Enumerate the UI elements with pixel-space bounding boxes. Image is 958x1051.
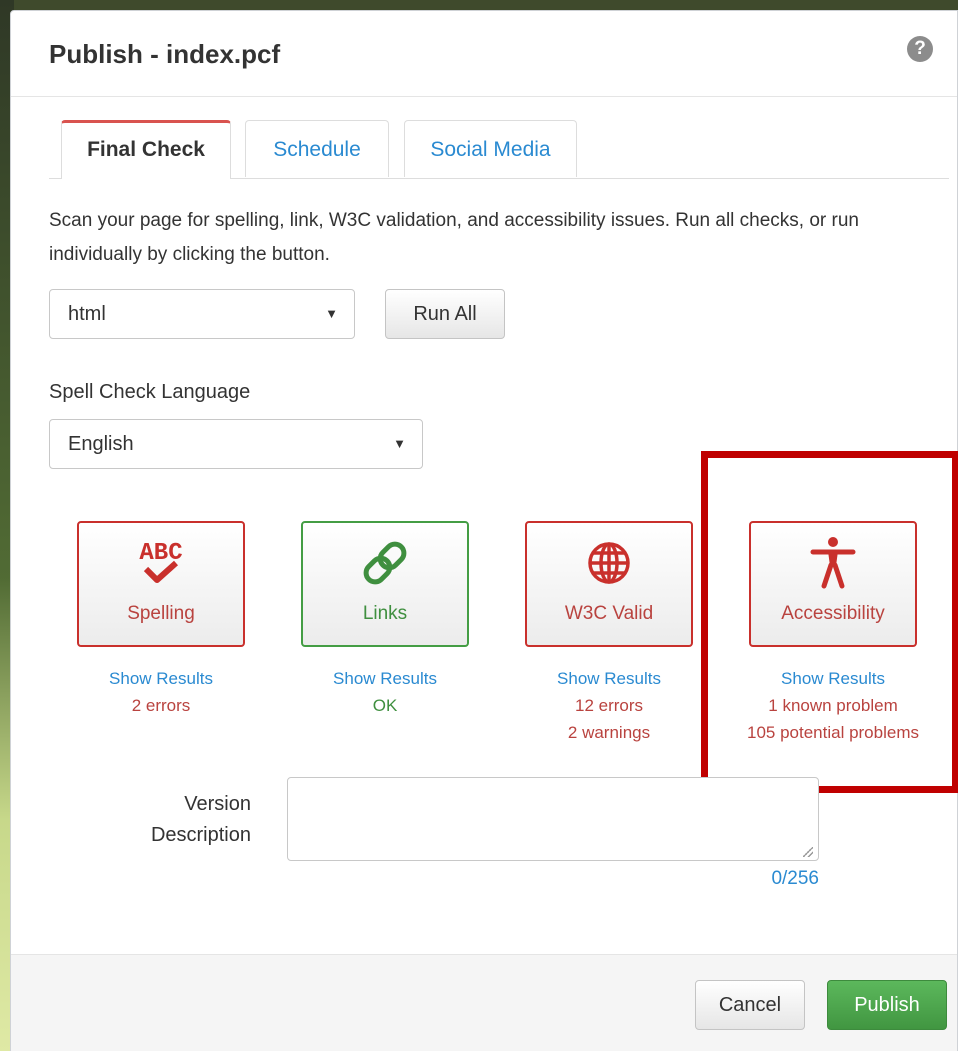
- links-results: Show Results OK: [275, 665, 495, 719]
- spelling-show-results-link[interactable]: Show Results: [51, 665, 271, 692]
- help-icon[interactable]: ?: [907, 36, 933, 62]
- version-label-line1: Version: [184, 793, 251, 815]
- version-description-input[interactable]: [287, 777, 819, 861]
- cancel-button[interactable]: Cancel: [695, 980, 805, 1030]
- tab-bar: Final Check Schedule Social Media: [49, 119, 949, 179]
- chevron-down-icon: ▼: [393, 436, 406, 451]
- dialog-title: Publish - index.pcf: [49, 39, 281, 69]
- accessibility-known-problems: 1 known problem: [768, 696, 898, 715]
- w3c-valid-check-button[interactable]: W3C Valid: [525, 521, 693, 647]
- character-counter: 0/256: [771, 868, 819, 889]
- globe-icon: [527, 535, 691, 591]
- spelling-label: Spelling: [127, 603, 195, 624]
- accessibility-results: Show Results 1 known problem 105 potenti…: [723, 665, 943, 746]
- chevron-down-icon: ▼: [325, 306, 338, 321]
- accessibility-check-button[interactable]: Accessibility: [749, 521, 917, 647]
- spell-check-language-label: Spell Check Language: [49, 381, 251, 403]
- accessibility-potential-problems: 105 potential problems: [746, 723, 919, 742]
- version-label-line2: Description: [150, 824, 251, 846]
- accessibility-label: Accessibility: [781, 603, 885, 624]
- spell-language-value: English: [68, 433, 134, 455]
- dialog-footer: Cancel Publish: [11, 954, 957, 1051]
- tab-final-check[interactable]: Final Check: [61, 120, 231, 179]
- spelling-error-count: 2 errors: [131, 696, 191, 715]
- format-select[interactable]: html ▼: [49, 289, 355, 339]
- spelling-results: Show Results 2 errors: [51, 665, 271, 719]
- version-description-label: Version Description: [111, 789, 251, 851]
- links-status: OK: [372, 696, 398, 715]
- accessibility-show-results-link[interactable]: Show Results: [723, 665, 943, 692]
- link-chain-icon: [303, 535, 467, 591]
- w3c-show-results-link[interactable]: Show Results: [499, 665, 719, 692]
- w3c-warning-count: 2 warnings: [567, 723, 651, 742]
- links-show-results-link[interactable]: Show Results: [275, 665, 495, 692]
- w3c-error-count: 12 errors: [574, 696, 644, 715]
- final-check-intro: Scan your page for spelling, link, W3C v…: [49, 210, 859, 265]
- spelling-abc-check-icon: ABC: [79, 535, 243, 591]
- links-label: Links: [362, 603, 408, 624]
- spell-language-select[interactable]: English ▼: [49, 419, 423, 469]
- w3c-valid-label: W3C Valid: [564, 603, 654, 624]
- textarea-resize-handle[interactable]: [803, 847, 813, 857]
- run-all-button[interactable]: Run All: [385, 289, 505, 339]
- tab-schedule[interactable]: Schedule: [245, 120, 389, 177]
- publish-dialog: Publish - index.pcf ? Final Check Schedu…: [10, 10, 958, 1051]
- links-check-button[interactable]: Links: [301, 521, 469, 647]
- publish-button[interactable]: Publish: [827, 980, 947, 1030]
- svg-text:ABC: ABC: [139, 540, 182, 567]
- w3c-results: Show Results 12 errors 2 warnings: [499, 665, 719, 746]
- tab-social-media[interactable]: Social Media: [404, 120, 577, 177]
- spelling-check-button[interactable]: ABC Spelling: [77, 521, 245, 647]
- dialog-header: Publish - index.pcf ?: [11, 11, 957, 97]
- format-select-value: html: [68, 303, 106, 325]
- accessibility-person-icon: [751, 535, 915, 591]
